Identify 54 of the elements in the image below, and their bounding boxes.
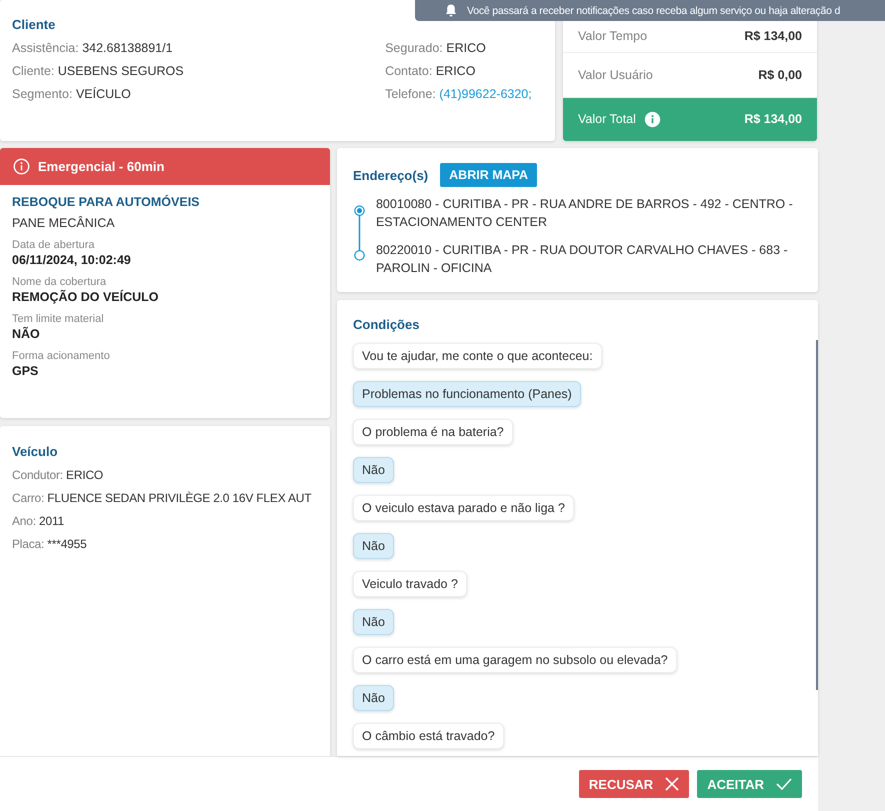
field-label: Forma acionamento: [12, 350, 111, 362]
field-value: 06/11/2024, 10:02:49: [12, 253, 132, 267]
info-field: Segmento: VEÍCULO: [12, 87, 386, 101]
question-bubble: O carro está em uma garagem no subsolo ou elevada?: [353, 647, 677, 673]
close-icon: [665, 777, 680, 791]
info-field: Assistência: 342.68138891/1: [12, 41, 386, 55]
value-label: Valor Tempo: [578, 29, 648, 44]
notification-text: Você passará a receber notificações caso receba algum serviço ou haja alteração d: [467, 4, 840, 16]
section-title: Condições: [353, 317, 420, 332]
question-bubble: O problema é na bateria?: [353, 419, 513, 445]
reject-button[interactable]: RECUSAR: [578, 770, 690, 798]
field-value: REMOÇÃO DO VEÍCULO: [12, 290, 160, 304]
value-amount: R$ 134,00: [744, 112, 802, 126]
address-text: 80010080 - CURITIBA - PR - RUA ANDRE DE BARROS - 492 - CENTRO - ESTACIONAMENTO CENTER: [376, 196, 794, 231]
scrollbar[interactable]: [816, 340, 818, 690]
question-bubble: O câmbio está travado?: [353, 723, 504, 749]
check-icon: [776, 778, 792, 790]
answer-bubble: Não: [353, 533, 394, 559]
info-field: Placa: ***4955: [12, 537, 318, 551]
field-value: NÃO: [12, 327, 41, 341]
info-icon: [13, 158, 30, 175]
value-label: Valor Total: [578, 112, 636, 126]
field-value: GPS: [12, 364, 40, 378]
info-field: Cliente: USEBENS SEGUROS: [12, 64, 386, 78]
question-bubble: O veiculo estava parado e não liga ?: [353, 495, 574, 521]
field-label: Data de abertura: [12, 239, 96, 251]
answer-bubble: Não: [353, 457, 394, 483]
info-field: Segurado: ERICO: [385, 41, 543, 55]
field-label: Tem limite material: [12, 313, 105, 325]
answer-bubble: Não: [353, 609, 394, 635]
priority-text: Emergencial - 60min: [38, 159, 164, 174]
answer-bubble: Não: [353, 685, 394, 711]
accept-button[interactable]: ACEITAR: [697, 770, 802, 798]
bell-icon: [445, 4, 457, 17]
section-title: Endereço(s): [353, 168, 428, 182]
open-map-button[interactable]: ABRIR MAPA: [440, 163, 538, 187]
address-text: 80220010 - CURITIBA - PR - RUA DOUTOR CARVALHO CHAVES - 683 - PAROLIN - OFICINA: [376, 242, 789, 277]
info-field: Ano: 2011: [12, 514, 318, 528]
question-bubble: Veiculo travado ?: [353, 571, 467, 597]
service-title: REBOQUE PARA AUTOMÓVEIS: [12, 195, 201, 209]
info-field: Condutor: ERICO: [12, 468, 318, 482]
field-label: Nome da cobertura: [12, 276, 108, 288]
info-field: Carro: FLUENCE SEDAN PRIVILÈGE 2.0 16V FLEX AUT: [12, 491, 318, 505]
info-icon: [644, 110, 661, 128]
value-label: Valor Usuário: [578, 68, 653, 82]
section-title: Cliente: [12, 17, 56, 32]
answer-bubble: Problemas no funcionamento (Panes): [353, 381, 581, 407]
value-amount: R$ 134,00: [744, 29, 802, 44]
service-subtitle: PANE MECÂNICA: [12, 216, 116, 230]
value-amount: R$ 0,00: [758, 68, 802, 82]
section-title: Veículo: [12, 444, 59, 459]
info-field: Contato: ERICO: [385, 64, 543, 78]
question-bubble: Vou te ajudar, me conte o que aconteceu:: [353, 343, 602, 369]
info-field: Telefone: (41)99622-6320;: [385, 87, 543, 101]
